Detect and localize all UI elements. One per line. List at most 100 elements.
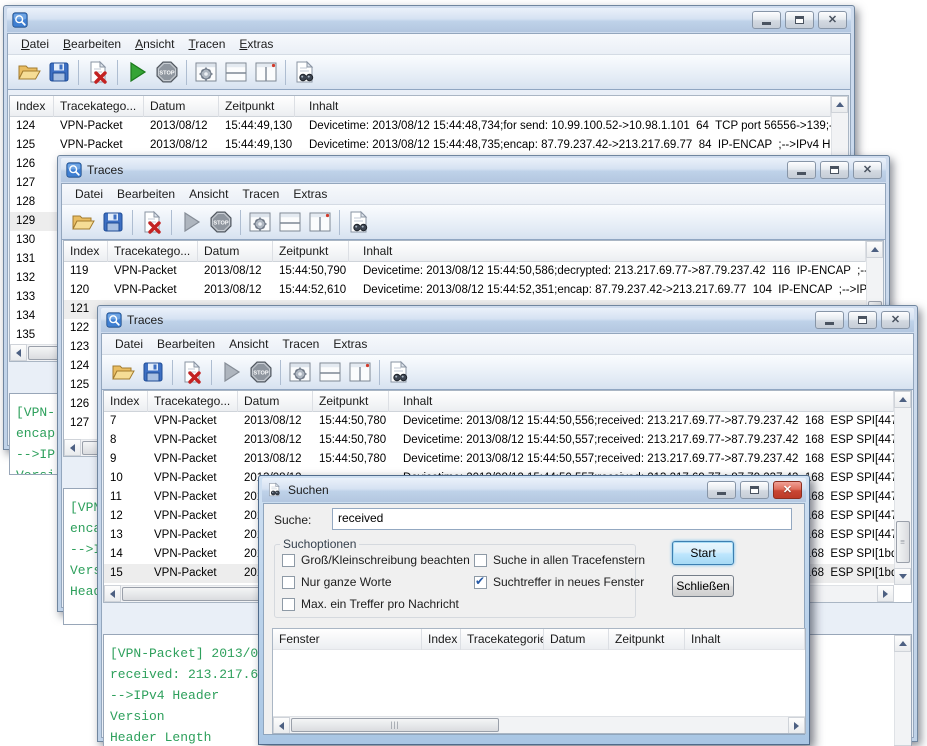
scrollbar-thumb[interactable]: ||| [291, 718, 499, 732]
result-column-fenster[interactable]: Fenster [273, 629, 422, 650]
toolbar-search-icon[interactable] [344, 208, 374, 237]
checkbox[interactable] [282, 554, 295, 567]
title-bar[interactable]: Traces✕ [61, 158, 886, 182]
vertical-scrollbar[interactable]: ≡ [894, 391, 911, 585]
maximize-button[interactable] [820, 161, 849, 179]
close-button[interactable]: ✕ [853, 161, 882, 179]
toolbar-trace-settings-icon[interactable] [245, 208, 275, 237]
column-header-tracekatego[interactable]: Tracekatego... [108, 241, 198, 262]
checkbox[interactable] [282, 576, 295, 589]
toolbar-trace-settings-icon[interactable] [191, 58, 221, 87]
toolbar-clear-trace-icon[interactable] [137, 208, 167, 237]
menu-item-ansicht[interactable]: Ansicht [128, 35, 181, 53]
checkbox-checked[interactable] [474, 576, 487, 589]
dialog-title-bar[interactable]: Suchen ✕ [262, 478, 806, 502]
title-bar[interactable]: Traces✕ [101, 308, 914, 332]
toolbar-split-vertical-icon[interactable] [251, 58, 281, 87]
toolbar-stop-trace-icon[interactable]: STOP [206, 208, 236, 237]
column-header-index[interactable]: Index [64, 241, 108, 262]
minimize-button[interactable] [707, 481, 736, 499]
menu-item-bearbeiten[interactable]: Bearbeiten [110, 185, 182, 203]
toolbar-clear-trace-icon[interactable] [83, 58, 113, 87]
column-header-index[interactable]: Index [104, 391, 148, 412]
minimize-button[interactable] [815, 311, 844, 329]
result-column-inhalt[interactable]: Inhalt [685, 629, 805, 650]
toolbar-search-icon[interactable] [384, 358, 414, 387]
table-row[interactable]: 120VPN-Packet2013/08/1215:44:52,610Devic… [64, 281, 866, 300]
results-horizontal-scrollbar[interactable]: ||| [273, 716, 805, 733]
scroll-up-button[interactable] [894, 391, 911, 408]
scroll-up-button[interactable] [831, 96, 848, 113]
scroll-right-button[interactable] [788, 717, 805, 734]
column-header-zeitpunkt[interactable]: Zeitpunkt [219, 96, 295, 117]
menu-item-extras[interactable]: Extras [286, 185, 334, 203]
toolbar-save-icon[interactable] [138, 358, 168, 387]
toolbar-split-horizontal-icon[interactable] [275, 208, 305, 237]
minimize-button[interactable] [787, 161, 816, 179]
toolbar-stop-trace-icon[interactable]: STOP [246, 358, 276, 387]
column-header-zeitpunkt[interactable]: Zeitpunkt [273, 241, 349, 262]
maximize-button[interactable] [740, 481, 769, 499]
column-header-datum[interactable]: Datum [198, 241, 273, 262]
toolbar-trace-settings-icon[interactable] [285, 358, 315, 387]
toolbar-split-horizontal-icon[interactable] [221, 58, 251, 87]
toolbar-start-trace-icon[interactable] [122, 58, 152, 87]
result-column-zeitpunkt[interactable]: Zeitpunkt [609, 629, 685, 650]
menu-item-datei[interactable]: Datei [68, 185, 110, 203]
table-row[interactable]: 125VPN-Packet2013/08/1215:44:49,130Devic… [10, 136, 831, 155]
menu-item-ansicht[interactable]: Ansicht [222, 335, 275, 353]
menu-item-tracen[interactable]: Tracen [235, 185, 286, 203]
scroll-up-button[interactable] [866, 241, 883, 258]
scroll-left-button[interactable] [64, 439, 81, 456]
column-header-tracekatego[interactable]: Tracekatego... [148, 391, 238, 412]
column-header-datum[interactable]: Datum [144, 96, 219, 117]
scrollbar-thumb[interactable]: ≡ [896, 521, 910, 563]
menu-item-tracen[interactable]: Tracen [275, 335, 326, 353]
result-column-datum[interactable]: Datum [544, 629, 609, 650]
scroll-down-button[interactable] [894, 568, 911, 585]
toolbar-save-icon[interactable] [98, 208, 128, 237]
column-header-datum[interactable]: Datum [238, 391, 313, 412]
search-input[interactable]: received [332, 508, 792, 530]
result-column-index[interactable]: Index [422, 629, 461, 650]
checkbox[interactable] [282, 598, 295, 611]
table-row[interactable]: 7VPN-Packet2013/08/1215:44:50,780Devicet… [104, 412, 894, 431]
column-header-index[interactable]: Index [10, 96, 54, 117]
toolbar-search-icon[interactable] [290, 58, 320, 87]
scroll-left-button[interactable] [104, 585, 121, 602]
column-header-tracekatego[interactable]: Tracekatego... [54, 96, 144, 117]
menu-item-extras[interactable]: Extras [326, 335, 374, 353]
toolbar-split-horizontal-icon[interactable] [315, 358, 345, 387]
table-row[interactable]: 9VPN-Packet2013/08/1215:44:50,780Devicet… [104, 450, 894, 469]
table-row[interactable]: 8VPN-Packet2013/08/1215:44:50,780Devicet… [104, 431, 894, 450]
close-button[interactable]: ✕ [818, 11, 847, 29]
toolbar-split-vertical-icon[interactable] [345, 358, 375, 387]
toolbar-open-file-icon[interactable] [108, 358, 138, 387]
minimize-button[interactable] [752, 11, 781, 29]
scroll-left-button[interactable] [273, 717, 290, 734]
menu-item-datei[interactable]: Datei [14, 35, 56, 53]
menu-item-bearbeiten[interactable]: Bearbeiten [150, 335, 222, 353]
result-column-tracekategorie[interactable]: Tracekategorie [461, 629, 544, 650]
menu-item-bearbeiten[interactable]: Bearbeiten [56, 35, 128, 53]
scroll-up-button[interactable] [894, 635, 911, 652]
toolbar-split-vertical-icon[interactable] [305, 208, 335, 237]
table-row[interactable]: 119VPN-Packet2013/08/1215:44:50,790Devic… [64, 262, 866, 281]
toolbar-save-icon[interactable] [44, 58, 74, 87]
menu-item-datei[interactable]: Datei [108, 335, 150, 353]
scroll-right-button[interactable] [877, 585, 894, 602]
toolbar-open-file-icon[interactable] [14, 58, 44, 87]
column-header-zeitpunkt[interactable]: Zeitpunkt [313, 391, 389, 412]
toolbar-clear-trace-icon[interactable] [177, 358, 207, 387]
column-header-inhalt[interactable]: Inhalt [349, 241, 866, 262]
close-button[interactable]: ✕ [881, 311, 910, 329]
close-dialog-button[interactable]: Schließen [672, 575, 734, 597]
detail-vertical-scrollbar[interactable] [894, 635, 911, 746]
menu-item-extras[interactable]: Extras [232, 35, 280, 53]
title-bar[interactable]: ✕ [7, 8, 851, 32]
start-button[interactable]: Start [672, 541, 734, 565]
table-row[interactable]: 124VPN-Packet2013/08/1215:44:49,130Devic… [10, 117, 831, 136]
toolbar-stop-trace-icon[interactable]: STOP [152, 58, 182, 87]
toolbar-start-trace-icon[interactable] [216, 358, 246, 387]
menu-item-ansicht[interactable]: Ansicht [182, 185, 235, 203]
